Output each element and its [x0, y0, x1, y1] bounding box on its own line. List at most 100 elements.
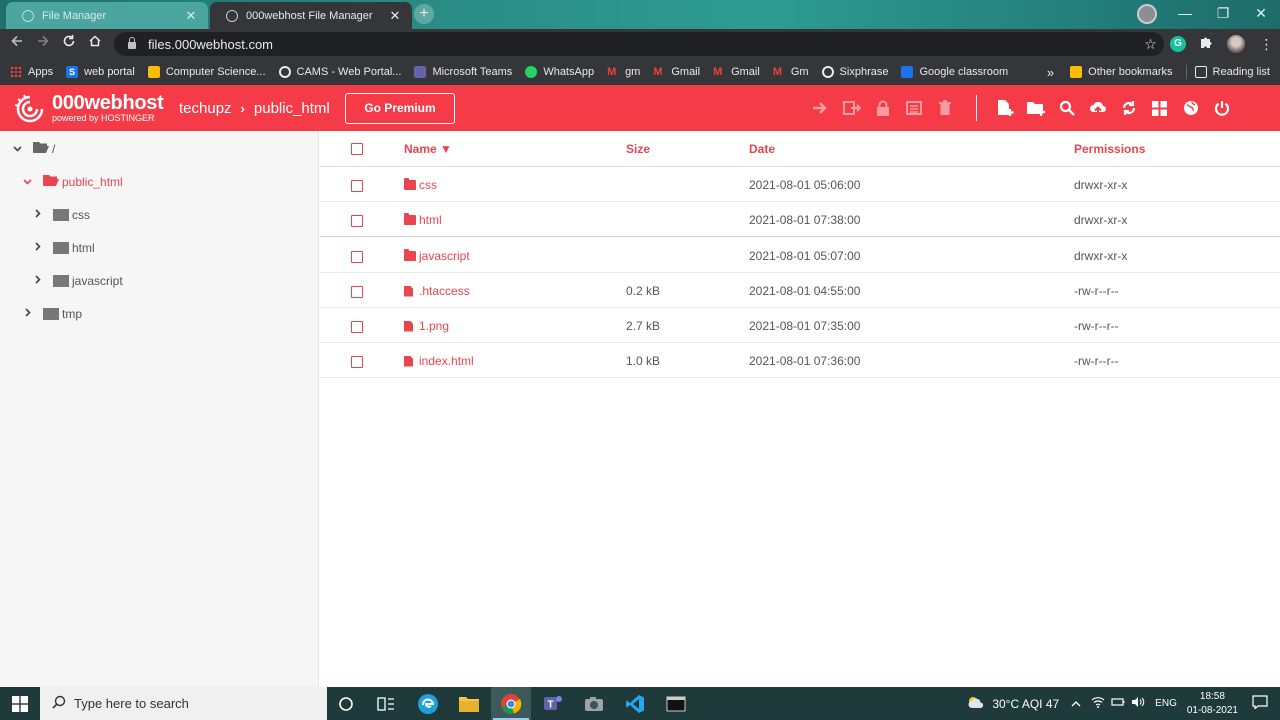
search-icon[interactable] — [1051, 96, 1082, 120]
file-name-link[interactable]: .htaccess — [404, 284, 470, 298]
camera-icon[interactable] — [574, 687, 614, 720]
file-permissions[interactable]: drwxr-xr-x — [1074, 213, 1127, 227]
close-window-button[interactable]: ✕ — [1242, 0, 1280, 28]
new-tab-button[interactable]: + — [414, 4, 434, 24]
tree-item-public-html[interactable]: public_html — [22, 172, 123, 192]
chevron-right-icon[interactable] — [33, 242, 43, 254]
row-checkbox[interactable] — [351, 215, 363, 227]
tree-item-tmp[interactable]: tmp — [23, 304, 82, 324]
table-row[interactable]: .htaccess 0.2 kB 2021-08-01 04:55:00 -rw… — [320, 273, 1280, 308]
language-indicator[interactable]: ENG — [1155, 698, 1177, 709]
table-row[interactable]: 1.png 2.7 kB 2021-08-01 07:35:00 -rw-r--… — [320, 308, 1280, 343]
row-checkbox[interactable] — [351, 251, 363, 263]
bookmark-gm-2[interactable]: M Gm — [773, 66, 809, 78]
volume-icon[interactable] — [1131, 696, 1145, 711]
go-premium-button[interactable]: Go Premium — [345, 93, 455, 124]
close-tab-icon[interactable]: ✕ — [184, 8, 198, 24]
table-row[interactable]: javascript 2021-08-01 05:07:00 drwxr-xr-… — [320, 238, 1280, 273]
file-permissions[interactable]: -rw-r--r-- — [1074, 284, 1119, 298]
bookmark-apps[interactable]: Apps — [10, 66, 53, 78]
bookmark-sixphrase[interactable]: Sixphrase — [821, 66, 888, 78]
row-checkbox[interactable] — [351, 180, 363, 192]
task-view-icon[interactable] — [366, 687, 406, 720]
cortana-icon[interactable] — [326, 687, 366, 720]
restore-button[interactable]: ❐ — [1204, 0, 1242, 28]
taskbar-search-input[interactable]: Type here to search — [40, 687, 327, 720]
tree-item-css[interactable]: css — [33, 205, 90, 225]
other-bookmarks[interactable]: Other bookmarks — [1070, 66, 1173, 78]
chrome-icon[interactable] — [491, 687, 531, 720]
edge-icon[interactable] — [408, 687, 448, 720]
clock[interactable]: 18:58 01-08-2021 — [1187, 690, 1238, 718]
chevron-right-icon[interactable] — [33, 209, 43, 221]
bookmark-web-portal[interactable]: S web portal — [66, 66, 135, 78]
tree-item-javascript[interactable]: javascript — [33, 271, 123, 291]
table-row[interactable]: css 2021-08-01 05:06:00 drwxr-xr-x — [320, 167, 1280, 202]
terminal-icon[interactable] — [656, 687, 696, 720]
extensions-puzzle-icon[interactable] — [1192, 36, 1219, 52]
bookmark-gm[interactable]: M gm — [607, 66, 640, 78]
address-bar[interactable]: files.000webhost.com — [114, 32, 1164, 56]
forward-arrow-icon[interactable] — [30, 31, 56, 57]
profile-avatar[interactable] — [1227, 35, 1245, 53]
bookmark-computer-science[interactable]: Computer Science... — [147, 66, 266, 78]
breadcrumb-item[interactable]: public_html — [254, 100, 330, 117]
delete-icon[interactable] — [929, 96, 960, 120]
column-date-header[interactable]: Date — [749, 142, 775, 156]
more-menu-icon[interactable]: ⋮ — [1253, 36, 1280, 53]
bookmark-gmail-2[interactable]: M Gmail — [713, 66, 760, 78]
tree-root[interactable]: / — [12, 139, 55, 159]
bookmark-whatsapp[interactable]: WhatsApp — [525, 66, 594, 78]
column-size-header[interactable]: Size — [626, 142, 650, 156]
chevron-right-icon[interactable] — [23, 308, 33, 320]
file-permissions[interactable]: -rw-r--r-- — [1074, 354, 1119, 368]
chevron-down-icon[interactable] — [22, 177, 32, 188]
new-file-icon[interactable] — [989, 96, 1020, 120]
network-icon[interactable] — [1091, 696, 1105, 711]
chevron-up-icon[interactable] — [1071, 698, 1081, 710]
column-name-header[interactable]: Name ▼ — [404, 142, 452, 156]
windows-start-icon[interactable] — [0, 687, 40, 720]
close-tab-icon[interactable]: ✕ — [388, 8, 402, 24]
globe-icon[interactable] — [1175, 96, 1206, 120]
reading-list[interactable]: Reading list — [1194, 66, 1270, 78]
teams-icon[interactable]: T — [532, 687, 572, 720]
table-row[interactable]: index.html 1.0 kB 2021-08-01 07:36:00 -r… — [320, 343, 1280, 378]
file-permissions[interactable]: drwxr-xr-x — [1074, 249, 1127, 263]
power-icon[interactable] — [1206, 96, 1237, 120]
bookmark-microsoft-teams[interactable]: Microsoft Teams — [414, 66, 512, 78]
file-name-link[interactable]: javascript — [404, 249, 470, 263]
file-permissions[interactable]: -rw-r--r-- — [1074, 319, 1119, 333]
bookmark-cams[interactable]: CAMS - Web Portal... — [278, 66, 401, 78]
bookmark-google-classroom[interactable]: Google classroom — [901, 66, 1008, 78]
grammarly-extension-icon[interactable]: G — [1170, 36, 1186, 52]
row-checkbox[interactable] — [351, 321, 363, 333]
archive-icon[interactable] — [898, 96, 929, 120]
new-folder-icon[interactable] — [1020, 96, 1051, 120]
breadcrumb-item[interactable]: techupz — [179, 100, 232, 117]
file-explorer-icon[interactable] — [449, 687, 489, 720]
weather-icon[interactable] — [966, 695, 986, 712]
battery-icon[interactable] — [1111, 697, 1125, 710]
weather-text[interactable]: 30°C AQI 47 — [992, 697, 1059, 711]
upload-icon[interactable] — [1082, 96, 1113, 120]
reload-icon[interactable] — [56, 31, 82, 57]
row-checkbox[interactable] — [351, 286, 363, 298]
tree-item-html[interactable]: html — [33, 238, 95, 258]
brand-logo[interactable]: 000webhost powered by HOSTINGER — [12, 93, 164, 123]
file-name-link[interactable]: index.html — [404, 354, 474, 368]
bookmark-gmail-1[interactable]: M Gmail — [653, 66, 700, 78]
column-permissions-header[interactable]: Permissions — [1074, 142, 1145, 156]
browser-tab-file-manager[interactable]: File Manager ✕ — [6, 2, 208, 29]
browser-tab-000webhost[interactable]: 000webhost File Manager ✕ — [210, 2, 412, 29]
minimize-button[interactable]: — — [1166, 0, 1204, 28]
file-name-link[interactable]: 1.png — [404, 319, 449, 333]
permissions-lock-icon[interactable] — [867, 96, 898, 120]
notifications-icon[interactable] — [1252, 695, 1268, 712]
move-icon[interactable] — [805, 96, 836, 120]
file-permissions[interactable]: drwxr-xr-x — [1074, 178, 1127, 192]
table-row[interactable]: html 2021-08-01 07:38:00 drwxr-xr-x — [320, 202, 1280, 237]
grid-view-icon[interactable] — [1144, 96, 1175, 120]
chevron-down-icon[interactable] — [12, 144, 22, 155]
back-arrow-icon[interactable] — [4, 31, 30, 57]
